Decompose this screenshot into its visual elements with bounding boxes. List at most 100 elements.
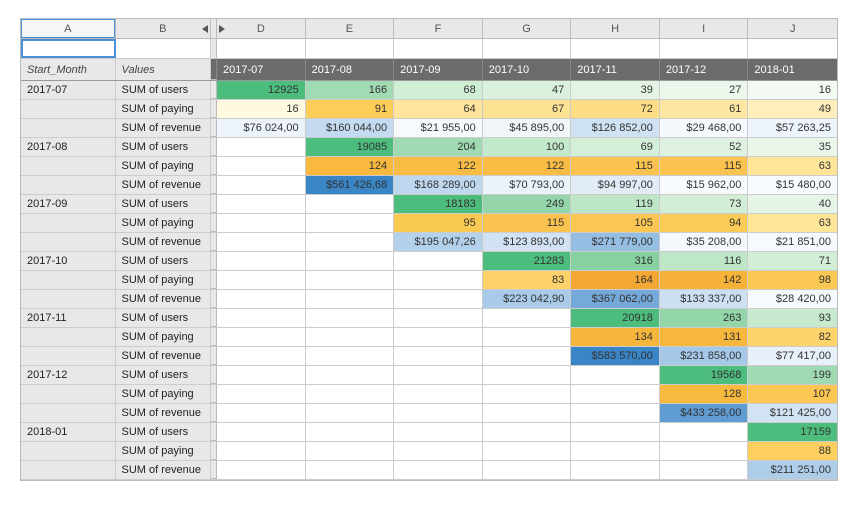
data-cell[interactable]: 18183	[394, 195, 483, 213]
data-cell[interactable]: 63	[748, 214, 837, 232]
data-cell[interactable]: 17159	[748, 423, 837, 441]
metric-label[interactable]: SUM of paying	[116, 385, 212, 403]
data-cell[interactable]: 61	[660, 100, 749, 118]
data-cell[interactable]: $583 570,00	[571, 347, 660, 365]
data-cell[interactable]: $29 468,00	[660, 119, 749, 137]
data-cell[interactable]: 128	[660, 385, 749, 403]
metric-label[interactable]: SUM of users	[116, 252, 212, 270]
data-cell[interactable]: $133 337,00	[660, 290, 749, 308]
metric-label[interactable]: SUM of paying	[116, 271, 212, 289]
data-cell[interactable]	[571, 404, 660, 422]
data-cell[interactable]: 94	[660, 214, 749, 232]
data-cell[interactable]: 20918	[571, 309, 660, 327]
data-cell[interactable]: 67	[483, 100, 572, 118]
cohort-label[interactable]	[21, 385, 116, 403]
data-cell[interactable]	[217, 271, 306, 289]
data-cell[interactable]: $561 426,68	[306, 176, 395, 194]
data-cell[interactable]	[394, 423, 483, 441]
data-cell[interactable]: 164	[571, 271, 660, 289]
data-cell[interactable]	[483, 404, 572, 422]
data-cell[interactable]: $123 893,00	[483, 233, 572, 251]
cohort-label[interactable]: 2017-09	[21, 195, 116, 213]
data-cell[interactable]: 35	[748, 138, 837, 156]
data-cell[interactable]: 12925	[217, 81, 306, 99]
data-cell[interactable]: 249	[483, 195, 572, 213]
data-cell[interactable]	[306, 195, 395, 213]
data-cell[interactable]: 134	[571, 328, 660, 346]
data-cell[interactable]: $160 044,00	[306, 119, 395, 137]
data-cell[interactable]	[394, 347, 483, 365]
data-cell[interactable]	[306, 309, 395, 327]
data-cell[interactable]: $57 263,25	[748, 119, 837, 137]
cohort-label[interactable]	[21, 347, 116, 365]
data-cell[interactable]: 40	[748, 195, 837, 213]
spreadsheet-grid[interactable]: A B D E F G H I J Start_Month Values 2	[20, 18, 838, 481]
data-cell[interactable]: 122	[394, 157, 483, 175]
data-cell[interactable]: $15 480,00	[748, 176, 837, 194]
data-cell[interactable]: 64	[394, 100, 483, 118]
data-cell[interactable]: $195 047,26	[394, 233, 483, 251]
data-cell[interactable]: 91	[306, 100, 395, 118]
data-cell[interactable]: 95	[394, 214, 483, 232]
data-cell[interactable]: 16	[748, 81, 837, 99]
col-header-F[interactable]: F	[394, 19, 483, 39]
data-cell[interactable]	[217, 176, 306, 194]
data-cell[interactable]	[394, 442, 483, 460]
data-cell[interactable]	[217, 233, 306, 251]
data-cell[interactable]: $168 289,00	[394, 176, 483, 194]
data-cell[interactable]	[217, 309, 306, 327]
data-cell[interactable]: $231 858,00	[660, 347, 749, 365]
data-cell[interactable]	[217, 442, 306, 460]
cohort-label[interactable]: 2017-07	[21, 81, 116, 99]
data-cell[interactable]: $77 417,00	[748, 347, 837, 365]
col-header-B[interactable]: B	[116, 19, 212, 39]
data-cell[interactable]: $28 420,00	[748, 290, 837, 308]
data-cell[interactable]: 63	[748, 157, 837, 175]
data-cell[interactable]	[483, 442, 572, 460]
data-cell[interactable]: 69	[571, 138, 660, 156]
data-cell[interactable]: $126 852,00	[571, 119, 660, 137]
data-cell[interactable]: 88	[748, 442, 837, 460]
data-cell[interactable]	[217, 138, 306, 156]
data-cell[interactable]: 68	[394, 81, 483, 99]
data-cell[interactable]: $211 251,00	[748, 461, 837, 479]
data-cell[interactable]: $94 997,00	[571, 176, 660, 194]
data-cell[interactable]: 263	[660, 309, 749, 327]
metric-label[interactable]: SUM of users	[116, 81, 212, 99]
data-cell[interactable]	[571, 385, 660, 403]
data-cell[interactable]	[306, 423, 395, 441]
data-cell[interactable]: $271 779,00	[571, 233, 660, 251]
data-cell[interactable]	[394, 252, 483, 270]
data-cell[interactable]	[660, 442, 749, 460]
cohort-label[interactable]: 2017-11	[21, 309, 116, 327]
data-cell[interactable]: 83	[483, 271, 572, 289]
data-cell[interactable]: 49	[748, 100, 837, 118]
metric-label[interactable]: SUM of paying	[116, 157, 212, 175]
col-header-I[interactable]: I	[660, 19, 749, 39]
col-header-G[interactable]: G	[483, 19, 572, 39]
data-cell[interactable]: 116	[660, 252, 749, 270]
data-cell[interactable]	[483, 423, 572, 441]
data-cell[interactable]: $223 042,90	[483, 290, 572, 308]
data-cell[interactable]	[483, 461, 572, 479]
data-cell[interactable]	[660, 461, 749, 479]
metric-label[interactable]: SUM of revenue	[116, 290, 212, 308]
col-header-H[interactable]: H	[571, 19, 660, 39]
data-cell[interactable]: $70 793,00	[483, 176, 572, 194]
data-cell[interactable]	[483, 366, 572, 384]
data-cell[interactable]	[394, 290, 483, 308]
cohort-label[interactable]	[21, 100, 116, 118]
data-cell[interactable]	[306, 347, 395, 365]
metric-label[interactable]: SUM of paying	[116, 442, 212, 460]
metric-label[interactable]: SUM of users	[116, 366, 212, 384]
data-cell[interactable]: 166	[306, 81, 395, 99]
data-cell[interactable]	[394, 309, 483, 327]
data-cell[interactable]	[217, 252, 306, 270]
cohort-label[interactable]	[21, 404, 116, 422]
data-cell[interactable]: 27	[660, 81, 749, 99]
cohort-label[interactable]	[21, 461, 116, 479]
data-cell[interactable]: $35 208,00	[660, 233, 749, 251]
data-cell[interactable]: $76 024,00	[217, 119, 306, 137]
metric-label[interactable]: SUM of revenue	[116, 176, 212, 194]
data-cell[interactable]: 21283	[483, 252, 572, 270]
